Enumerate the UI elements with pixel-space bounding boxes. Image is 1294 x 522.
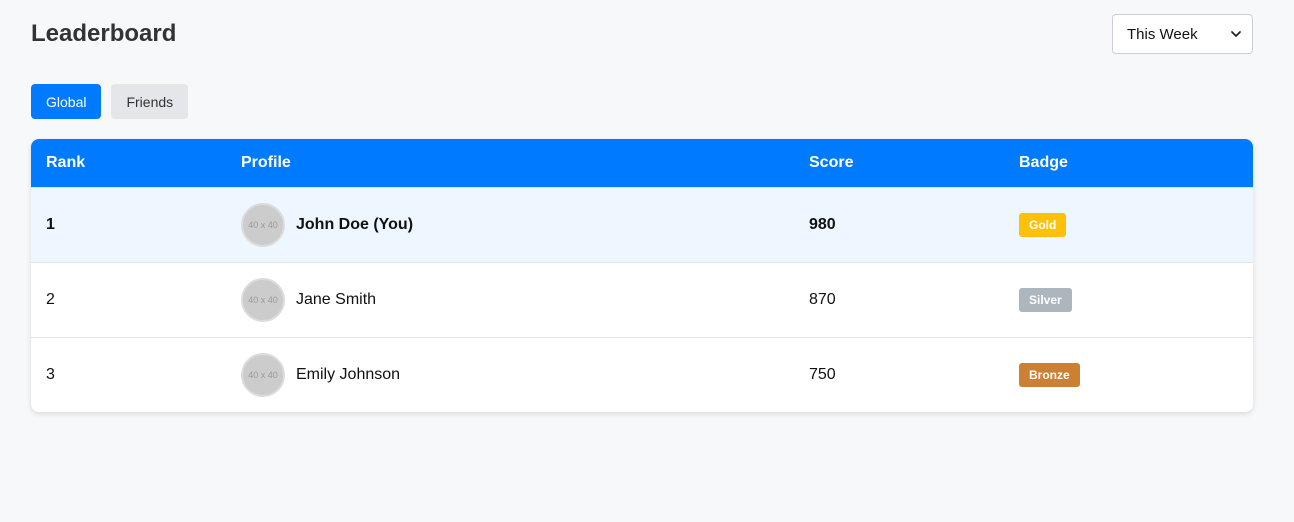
- column-header-profile[interactable]: Profile: [226, 154, 794, 172]
- rank-cell: 2: [46, 291, 55, 308]
- badge-silver: Silver: [1019, 288, 1072, 312]
- table-row[interactable]: 2 40 x 40 Jane Smith 870 Silver: [31, 262, 1253, 337]
- period-select[interactable]: This Week: [1112, 14, 1253, 54]
- badge-bronze: Bronze: [1019, 363, 1080, 387]
- badge-cell: Silver: [1004, 288, 1253, 312]
- player-name[interactable]: John Doe (You): [296, 216, 413, 234]
- badge-cell: Gold: [1004, 213, 1253, 237]
- avatar[interactable]: 40 x 40: [241, 278, 285, 322]
- rank-cell: 1: [46, 216, 55, 233]
- rank-cell: 3: [46, 366, 55, 383]
- profile-cell: 40 x 40 Jane Smith: [226, 278, 794, 322]
- table-row[interactable]: 3 40 x 40 Emily Johnson 750 Bronze: [31, 337, 1253, 412]
- score-cell: 980: [809, 216, 836, 233]
- tab-friends[interactable]: Friends: [111, 84, 189, 119]
- badge-cell: Bronze: [1004, 363, 1253, 387]
- page-title: Leaderboard: [31, 20, 177, 47]
- profile-cell: 40 x 40 John Doe (You): [226, 203, 794, 247]
- period-select-value: This Week: [1127, 25, 1198, 43]
- score-cell: 750: [809, 366, 836, 383]
- player-name[interactable]: Jane Smith: [296, 291, 376, 309]
- avatar[interactable]: 40 x 40: [241, 353, 285, 397]
- table-row[interactable]: 1 40 x 40 John Doe (You) 980 Gold: [31, 187, 1253, 262]
- leaderboard-page: Leaderboard This Week Global Friends Ran…: [0, 0, 1294, 522]
- badge-gold: Gold: [1019, 213, 1067, 237]
- avatar[interactable]: 40 x 40: [241, 203, 285, 247]
- leaderboard-table: Rank Profile Score Badge 1 40 x 40 John …: [31, 139, 1253, 412]
- tab-global[interactable]: Global: [31, 84, 102, 119]
- leaderboard-tabs: Global Friends: [31, 84, 189, 119]
- chevron-down-icon: [1230, 28, 1242, 40]
- score-cell: 870: [809, 291, 836, 308]
- profile-cell: 40 x 40 Emily Johnson: [226, 353, 794, 397]
- table-header: Rank Profile Score Badge: [31, 139, 1253, 187]
- column-header-score[interactable]: Score: [794, 154, 1004, 172]
- column-header-rank[interactable]: Rank: [31, 154, 226, 172]
- player-name[interactable]: Emily Johnson: [296, 366, 400, 384]
- column-header-badge[interactable]: Badge: [1004, 154, 1253, 172]
